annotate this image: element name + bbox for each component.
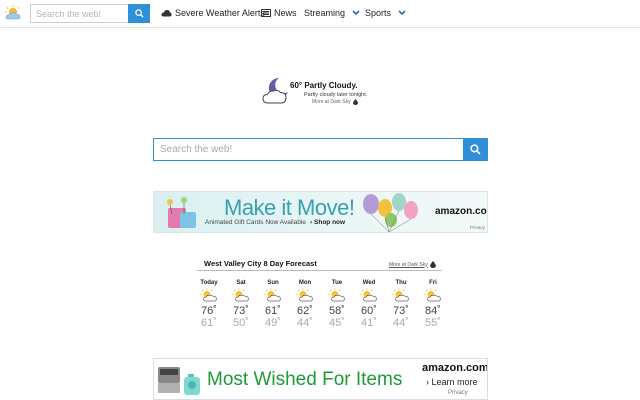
nav-streaming-label: Streaming [304,8,346,18]
nav-news[interactable]: News [261,8,297,18]
balloons-illustration [363,193,418,232]
forecast-high-temp: 76˚ [201,305,217,317]
top-search-input[interactable] [30,4,128,23]
products-illustration [158,367,200,395]
forecast-day-name: Fri [429,280,437,286]
forecast-dark-sky-link[interactable]: More at Dark Sky [389,261,436,268]
search-icon [470,144,481,155]
dark-sky-link-label: More at Dark Sky [312,99,351,105]
forecast-high-temp: 73˚ [233,305,249,317]
ad2-privacy-link[interactable]: Privacy [448,390,468,396]
forecast-low-temp: 41˚ [361,317,377,329]
ad1-amazon-logo: amazon.com [435,206,487,217]
ad1-headline: Make it Move! [224,195,355,220]
forecast-low-temp: 44˚ [393,317,409,329]
nav-sports[interactable]: Sports [365,8,406,18]
search-icon [134,9,144,18]
nav-sports-label: Sports [365,8,392,18]
ad1-subtitle-text: Animated Gift Cards Now Available [205,219,307,226]
ad-banner-most-wished[interactable]: Most Wished For Items amazon.com › Learn… [153,358,488,400]
forecast-day: Sat 73˚ 50˚ [229,280,253,329]
partly-cloudy-day-icon [328,288,345,302]
forecast-low-temp: 49˚ [265,317,281,329]
chevron-down-icon [398,10,406,16]
ad-banner-gift-cards[interactable]: Make it Move! Animated Gift Cards Now Av… [153,191,488,233]
gift-card-illustration [167,197,196,228]
top-search-button[interactable] [128,4,150,23]
forecast-widget: West Valley City 8 Day Forecast More at … [197,256,442,334]
forecast-low-temp: 50˚ [233,317,249,329]
forecast-high-temp: 73˚ [393,305,409,317]
forecast-day-name: Wed [362,280,376,286]
nav-streaming[interactable]: Streaming [304,8,360,18]
main-search-input[interactable] [153,138,464,161]
forecast-low-temp: 45˚ [329,317,345,329]
forecast-day: Sun 61˚ 49˚ [261,280,285,329]
partly-cloudy-night-icon [262,77,288,104]
ad2-learn-more-link[interactable]: › Learn more [426,377,478,387]
nav-news-label: News [274,8,297,18]
ad1-subtitle: Animated Gift Cards Now Available › Shop … [205,219,345,226]
dark-sky-link[interactable]: More at Dark Sky [312,99,358,105]
nav-severe-weather[interactable]: Severe Weather Alerts [161,8,265,18]
partly-cloudy-day-icon [232,288,249,302]
nav-severe-weather-label: Severe Weather Alerts [175,8,265,18]
forecast-divider [197,270,442,271]
forecast-day-name: Mon [298,280,312,286]
partly-cloudy-day-icon [296,288,313,302]
dark-sky-icon [429,261,436,268]
partly-cloudy-day-icon [360,288,377,302]
partly-cloudy-day-icon [264,288,281,302]
ad2-headline: Most Wished For Items [207,369,403,390]
top-bar: Severe Weather Alerts News Streaming Spo… [0,0,640,28]
ad1-privacy-link[interactable]: Privacy [470,225,485,230]
forecast-day: Today 76˚ 61˚ [197,280,221,329]
forecast-day: Thu 73˚ 44˚ [389,280,413,329]
newspaper-icon [261,9,271,17]
forecast-low-temp: 61˚ [201,317,217,329]
forecast-day-name: Sun [267,280,279,286]
cloud-icon [161,10,172,17]
partly-cloudy-day-icon [392,288,409,302]
forecast-high-temp: 61˚ [265,305,281,317]
forecast-day-name: Tue [331,280,343,286]
dark-sky-icon [352,99,358,105]
forecast-high-temp: 84˚ [425,305,441,317]
ad2-amazon-logo: amazon.com [422,362,488,374]
forecast-high-temp: 58˚ [329,305,345,317]
partly-cloudy-day-icon [200,288,217,302]
current-weather: 60° Partly Cloudy. Partly cloudy later t… [262,76,372,110]
forecast-title: West Valley City 8 Day Forecast [204,259,317,268]
forecast-high-temp: 62˚ [297,305,313,317]
partly-cloudy-day-icon [424,288,441,302]
forecast-day-name: Today [200,280,218,286]
forecast-day: Fri 84˚ 55˚ [421,280,445,329]
current-summary: Partly cloudy later tonight. [304,92,368,98]
forecast-day-name: Thu [395,280,407,286]
forecast-dark-sky-link-label: More at Dark Sky [389,261,428,268]
forecast-low-temp: 44˚ [297,317,313,329]
forecast-low-temp: 55˚ [425,317,441,329]
forecast-day: Mon 62˚ 44˚ [293,280,317,329]
forecast-day-name: Sat [236,280,246,286]
ad1-shop-now-link[interactable]: › Shop now [310,219,345,226]
current-conditions: 60° Partly Cloudy. [290,81,358,90]
weather-logo-icon[interactable] [4,5,22,21]
forecast-high-temp: 60˚ [361,305,377,317]
main-search-button[interactable] [463,138,488,161]
forecast-day: Tue 58˚ 45˚ [325,280,349,329]
forecast-day: Wed 60˚ 41˚ [357,280,381,329]
chevron-down-icon [352,10,360,16]
